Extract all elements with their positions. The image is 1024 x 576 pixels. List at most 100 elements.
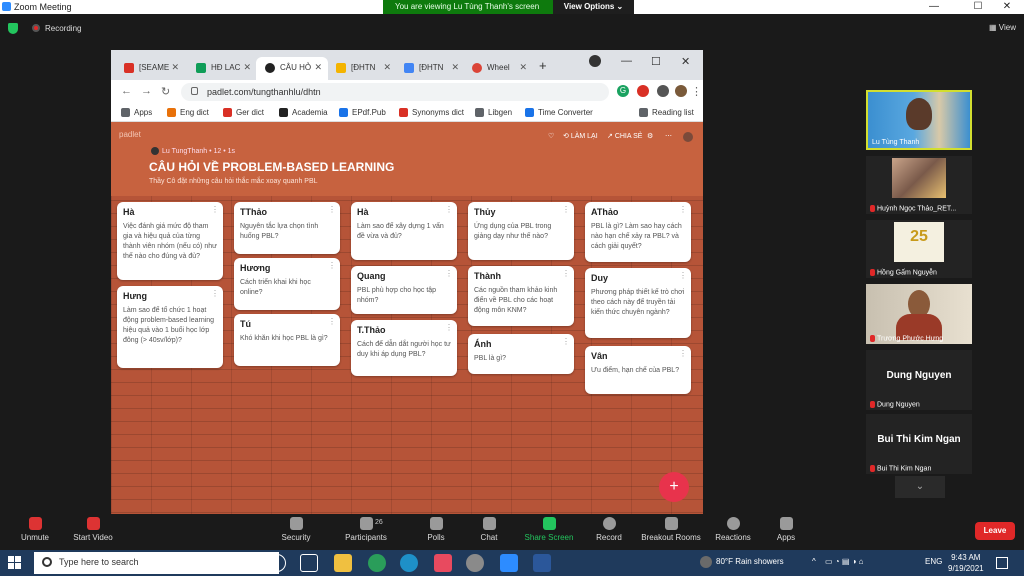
post-menu-icon[interactable]: ⋮ <box>679 205 687 214</box>
post-menu-icon[interactable]: ⋮ <box>328 317 336 326</box>
post-card[interactable]: ⋮ Quang PBL phù hợp cho học tập nhóm? <box>351 266 457 314</box>
post-card[interactable]: ⋮ Thủy Ứng dụng của PBL trong giảng dạy … <box>468 202 574 260</box>
task-view-icon[interactable] <box>300 554 318 572</box>
profile-avatar[interactable] <box>675 85 687 97</box>
participant-tile[interactable]: Huỳnh Ngọc Thảo_RET... <box>866 156 972 214</box>
breakout-rooms-button[interactable]: Breakout Rooms <box>636 517 706 542</box>
tab-close-icon[interactable]: ✕ <box>519 62 527 73</box>
tab-close-icon[interactable]: ✕ <box>243 62 251 73</box>
settings-gear-icon[interactable] <box>466 554 484 572</box>
bookmark-item[interactable]: Libgen <box>475 108 512 117</box>
remake-button[interactable]: ⟲ LÀM LẠI <box>563 132 598 140</box>
browser-tab[interactable]: [ĐHTN ✕ <box>327 57 397 80</box>
post-menu-icon[interactable]: ⋮ <box>328 205 336 214</box>
shield-icon[interactable] <box>8 23 18 34</box>
post-card[interactable]: ⋮ Thành Các nguồn tham khảo kinh điển về… <box>468 266 574 326</box>
browser-menu-icon[interactable]: ⋮ <box>691 85 702 98</box>
chevron-down-icon[interactable]: ⌄ <box>895 476 945 498</box>
post-menu-icon[interactable]: ⋮ <box>445 323 453 332</box>
bookmark-item[interactable]: Ger dict <box>223 108 264 117</box>
participant-tile[interactable]: 25 Hồng Gấm Nguyễn <box>866 220 972 278</box>
post-card[interactable]: ⋮ Vân Ưu điểm, hạn chế của PBL? <box>585 346 691 394</box>
weather-icon[interactable] <box>700 556 712 568</box>
browser-minimize-button[interactable]: — <box>621 55 632 67</box>
participant-tile[interactable]: Dung Nguyen Dung Nguyen <box>866 350 972 410</box>
leave-button[interactable]: Leave <box>975 522 1015 540</box>
weather-text[interactable]: 80°F Rain showers <box>716 557 784 566</box>
more-icon[interactable]: ⋯ <box>665 132 672 140</box>
cortana-icon[interactable] <box>268 554 286 572</box>
record-button[interactable]: Record <box>574 517 644 542</box>
post-card[interactable]: ⋮ AThảo PBL là gì? Làm sao hay cách nào … <box>585 202 691 262</box>
post-card[interactable]: ⋮ T.Thảo Cách để dẫn dắt người học tư du… <box>351 320 457 376</box>
back-icon[interactable]: ← <box>121 85 132 97</box>
bookmark-item[interactable]: EPdf.Pub <box>339 108 386 117</box>
post-card[interactable]: ⋮ Ánh PBL là gì? <box>468 334 574 374</box>
participant-tile[interactable]: Bui Thi Kim Ngan Bui Thi Kim Ngan <box>866 414 972 474</box>
clock[interactable]: 9:43 AM 9/19/2021 <box>948 552 984 574</box>
tab-close-icon[interactable]: ✕ <box>451 62 459 73</box>
tray-icons[interactable]: ▭ ◔ ▤ ◑ ⌂ <box>825 557 864 566</box>
bookmark-item[interactable]: Time Converter <box>525 108 593 117</box>
post-card[interactable]: ⋮ Tú Khó khăn khi học PBL là gì? <box>234 314 340 366</box>
post-menu-icon[interactable]: ⋮ <box>328 261 336 270</box>
gear-icon[interactable]: ⚙ <box>647 132 653 140</box>
extension-icon[interactable] <box>637 85 649 97</box>
minimize-button[interactable]: — <box>912 0 956 14</box>
avatar[interactable] <box>683 132 693 142</box>
close-button[interactable]: ✕ <box>990 0 1024 14</box>
browser-tab[interactable]: [ĐHTN ✕ <box>395 57 465 80</box>
bookmark-item[interactable]: Academia <box>279 108 328 117</box>
tab-close-icon[interactable]: ✕ <box>314 62 322 73</box>
puzzle-icon[interactable] <box>657 85 669 97</box>
post-menu-icon[interactable]: ⋮ <box>562 337 570 346</box>
bookmark-item[interactable]: Apps <box>121 108 152 117</box>
url-field[interactable]: padlet.com/tungthanhlu/dhtn <box>181 83 609 101</box>
browser-tab[interactable]: Wheel ✕ <box>463 57 533 80</box>
view-button[interactable]: ▦ View <box>989 23 1016 32</box>
padlet-logo[interactable]: padlet <box>119 130 141 139</box>
post-menu-icon[interactable]: ⋮ <box>562 205 570 214</box>
edge-icon[interactable] <box>400 554 418 572</box>
bookmark-item[interactable]: Synonyms dict <box>399 108 464 117</box>
browser-close-button[interactable]: ✕ <box>681 55 690 68</box>
heart-icon[interactable]: ♡ <box>548 132 554 140</box>
file-explorer-icon[interactable] <box>334 554 352 572</box>
browser-tab[interactable]: [SEAME ✕ <box>115 57 185 80</box>
app-icon[interactable] <box>434 554 452 572</box>
windows-start-icon[interactable] <box>8 556 22 570</box>
post-card[interactable]: ⋮ Hà Việc đánh giá mức độ tham gia và hi… <box>117 202 223 280</box>
participants-button[interactable]: 26 Participants <box>331 517 401 542</box>
tab-close-icon[interactable]: ✕ <box>171 62 179 73</box>
view-options-button[interactable]: View Options ⌄ <box>553 0 634 14</box>
post-menu-icon[interactable]: ⋮ <box>445 269 453 278</box>
tab-search-icon[interactable] <box>589 55 601 67</box>
post-menu-icon[interactable]: ⋮ <box>211 205 219 214</box>
tray-chevron-icon[interactable]: ^ <box>812 557 816 566</box>
start-video-button[interactable]: Start Video <box>58 517 128 542</box>
participant-tile[interactable]: Trương Phước Hưng <box>866 284 972 344</box>
browser-tab[interactable]: HĐ LAC ✕ <box>187 57 257 80</box>
language-indicator[interactable]: ENG <box>925 557 942 566</box>
browser-maximize-button[interactable]: ☐ <box>651 55 661 68</box>
reload-icon[interactable]: ↻ <box>161 85 170 98</box>
post-card[interactable]: ⋮ Duy Phương pháp thiết kế trò chơi theo… <box>585 268 691 338</box>
post-card[interactable]: ⋮ TThảo Nguyên tắc lựa chọn tình huống P… <box>234 202 340 254</box>
post-card[interactable]: ⋮ Hưng Làm sao để tổ chức 1 hoạt động pr… <box>117 286 223 368</box>
notification-icon[interactable] <box>996 557 1008 569</box>
apps-button[interactable]: Apps <box>751 517 821 542</box>
chrome-icon[interactable] <box>368 554 386 572</box>
tab-close-icon[interactable]: ✕ <box>383 62 391 73</box>
post-card[interactable]: ⋮ Hương Cách triển khai khi học online? <box>234 258 340 310</box>
participant-tile[interactable]: Lu Tùng Thanh <box>866 90 972 150</box>
post-card[interactable]: ⋮ Hà Làm sao để xây dựng 1 vấn đề vừa và… <box>351 202 457 260</box>
word-icon[interactable] <box>533 554 551 572</box>
new-tab-button[interactable]: + <box>539 58 547 73</box>
post-menu-icon[interactable]: ⋮ <box>679 349 687 358</box>
share-button[interactable]: ↗ CHIA SẺ <box>607 132 642 140</box>
add-post-button[interactable]: + <box>659 472 689 502</box>
browser-tab-active[interactable]: CÂU HỎ ✕ <box>256 57 328 80</box>
reading-list[interactable]: Reading list <box>639 108 694 117</box>
bookmark-item[interactable]: Eng dict <box>167 108 209 117</box>
post-menu-icon[interactable]: ⋮ <box>679 271 687 280</box>
